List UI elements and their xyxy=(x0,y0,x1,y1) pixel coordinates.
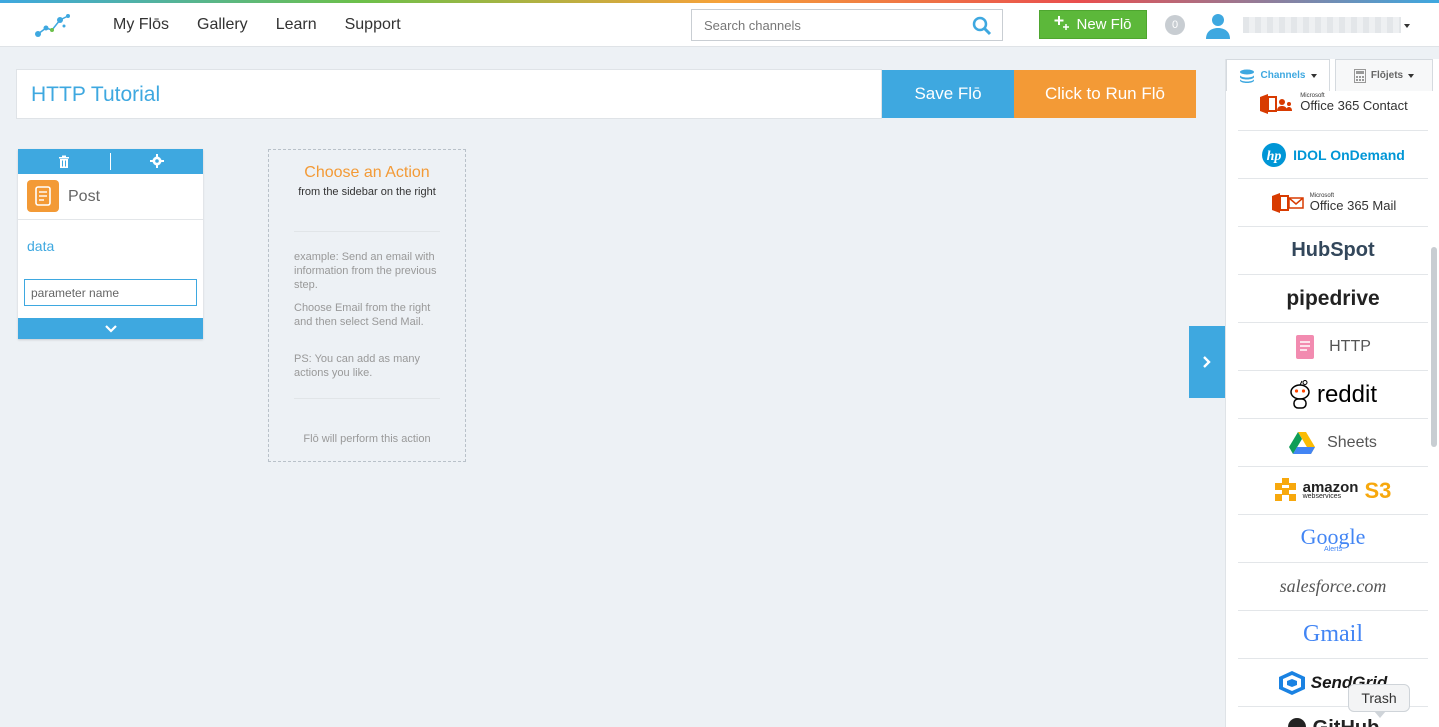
trigger-card-header: Post xyxy=(18,174,203,220)
office365-contact-icon xyxy=(1260,94,1293,114)
post-document-icon xyxy=(27,180,59,212)
action-placeholder[interactable]: Choose an Action from the sidebar on the… xyxy=(268,149,466,462)
action-tip-choose: Choose Email from the right and then sel… xyxy=(294,302,431,328)
amazon-text: amazon webservices xyxy=(1302,478,1359,501)
channels-sidebar: Channels Flōjets Microsoft Office 365 Co… xyxy=(1225,59,1439,727)
trigger-card: Post data xyxy=(18,149,203,339)
channel-suffix: S3 xyxy=(1364,477,1392,503)
search-icon[interactable] xyxy=(972,16,992,36)
google-drive-icon xyxy=(1289,431,1316,454)
reddit-alien-icon xyxy=(1290,379,1310,409)
channel-pipedrive[interactable]: pipedrive xyxy=(1238,275,1428,323)
user-avatar-icon[interactable] xyxy=(1204,11,1232,39)
search-box xyxy=(691,9,1003,41)
divider xyxy=(294,231,440,232)
expand-card-button[interactable] xyxy=(18,318,203,339)
save-flo-button[interactable]: Save Flō xyxy=(882,70,1014,118)
parameter-name-input[interactable] xyxy=(24,279,197,306)
channel-name: Office 365 Contact xyxy=(1300,98,1408,113)
channel-http[interactable]: HTTP xyxy=(1238,323,1428,371)
flow-title-bar: HTTP Tutorial xyxy=(16,69,882,119)
action-tip-example: example: Send an email with information … xyxy=(294,251,437,291)
tab-flojets-label: Flōjets xyxy=(1370,70,1404,81)
chevron-right-icon xyxy=(1203,356,1211,368)
channel-name: Office 365 Mail xyxy=(1309,198,1397,213)
sendgrid-cube-icon xyxy=(1278,670,1305,695)
sparkle-plus-icon xyxy=(1054,15,1070,35)
aws-cubes-icon xyxy=(1274,477,1296,501)
channel-name: reddit xyxy=(1316,380,1378,408)
office365-mail-text: Microsoft Office 365 Mail xyxy=(1310,193,1396,212)
username-redacted[interactable] xyxy=(1243,17,1401,33)
top-header: My Flōs Gallery Learn Support New Flō 0 xyxy=(0,3,1439,47)
trash-tooltip: Trash xyxy=(1348,684,1410,718)
user-menu-caret-icon[interactable] xyxy=(1404,24,1410,28)
channel-name: Gmail xyxy=(1303,621,1363,647)
stack-icon xyxy=(1240,69,1255,83)
caret-down-icon xyxy=(1310,73,1317,78)
channel-office365-contact[interactable]: Microsoft Office 365 Contact xyxy=(1238,91,1428,131)
notification-badge[interactable]: 0 xyxy=(1165,15,1185,35)
hp-logo-icon: hp xyxy=(1262,142,1287,167)
channel-hubspot[interactable]: HubSpot xyxy=(1238,227,1428,275)
action-tip-ps: PS: You can add as many actions you like… xyxy=(294,353,420,379)
gear-icon[interactable] xyxy=(150,154,164,168)
nav-support[interactable]: Support xyxy=(345,16,401,34)
tab-channels[interactable]: Channels xyxy=(1226,59,1330,91)
channel-name: Sheets xyxy=(1327,433,1377,451)
channel-sub: Alerts xyxy=(1324,546,1342,553)
channel-sub: webservices xyxy=(1302,493,1342,501)
sidebar-scrollbar[interactable] xyxy=(1431,247,1437,447)
tab-channels-label: Channels xyxy=(1260,70,1306,81)
channel-amazon-s3[interactable]: amazon webservices S3 xyxy=(1238,467,1428,515)
channel-name: HubSpot xyxy=(1291,239,1375,261)
divider xyxy=(294,398,440,399)
channel-name: amazon xyxy=(1302,478,1359,496)
caret-down-icon xyxy=(1408,73,1415,78)
flow-title[interactable]: HTTP Tutorial xyxy=(31,83,160,107)
app-logo-icon[interactable] xyxy=(34,10,74,40)
nav-learn[interactable]: Learn xyxy=(276,16,317,34)
channel-name: GitHub xyxy=(1313,717,1380,727)
http-document-icon xyxy=(1296,334,1315,359)
action-placeholder-footer: Flō will perform this action xyxy=(303,433,431,445)
channel-idol-ondemand[interactable]: hp IDOL OnDemand xyxy=(1238,131,1428,179)
channel-list: Microsoft Office 365 Contact hp IDOL OnD… xyxy=(1238,91,1428,727)
nav-my-flos[interactable]: My Flōs xyxy=(113,16,169,34)
trash-icon[interactable] xyxy=(58,155,70,168)
search-input[interactable] xyxy=(692,10,962,40)
toolbar-divider xyxy=(110,153,111,170)
channel-name: pipedrive xyxy=(1286,286,1380,310)
new-flo-label: New Flō xyxy=(1076,16,1132,33)
github-octocat-icon xyxy=(1287,718,1306,727)
channel-salesforce[interactable]: salesforce.com xyxy=(1238,563,1428,611)
new-flo-button[interactable]: New Flō xyxy=(1039,10,1147,39)
channel-gmail[interactable]: Gmail xyxy=(1238,611,1428,659)
action-placeholder-subtitle: from the sidebar on the right xyxy=(298,186,436,198)
trigger-field-label[interactable]: data xyxy=(27,238,54,254)
office365-mail-icon xyxy=(1271,192,1304,213)
channel-office365-mail[interactable]: Microsoft Office 365 Mail xyxy=(1238,179,1428,227)
channel-sheets[interactable]: Sheets xyxy=(1238,419,1428,467)
trigger-card-toolbar xyxy=(18,149,203,174)
channel-name: HTTP xyxy=(1329,337,1371,355)
nav-gallery[interactable]: Gallery xyxy=(197,16,248,34)
calculator-icon xyxy=(1353,68,1366,83)
tab-flojets[interactable]: Flōjets xyxy=(1335,59,1433,91)
channel-name: salesforce.com xyxy=(1279,576,1387,596)
run-flo-button[interactable]: Click to Run Flō xyxy=(1014,70,1196,118)
channel-google-alerts[interactable]: Google Alerts xyxy=(1238,515,1428,563)
chevron-down-icon xyxy=(104,324,117,333)
channel-reddit[interactable]: reddit xyxy=(1238,371,1428,419)
svg-text:hp: hp xyxy=(1267,149,1282,164)
main-nav: My Flōs Gallery Learn Support xyxy=(113,16,429,34)
office365-contact-text: Microsoft Office 365 Contact xyxy=(1300,93,1407,112)
channel-name: IDOL OnDemand xyxy=(1293,146,1405,163)
trigger-name: Post xyxy=(68,188,101,205)
sidebar-toggle-button[interactable] xyxy=(1189,326,1225,398)
action-placeholder-title: Choose an Action xyxy=(304,164,430,181)
